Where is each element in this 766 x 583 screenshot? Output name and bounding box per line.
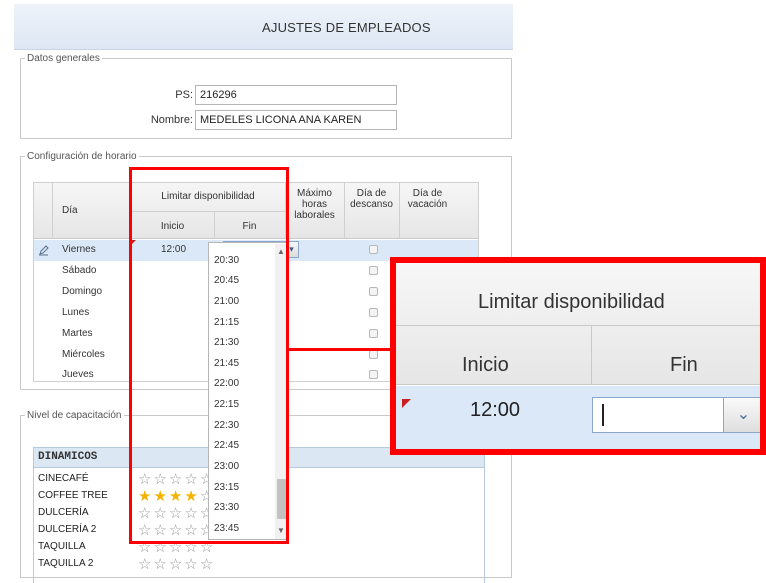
training-item-name: COFFEE TREE: [38, 490, 108, 501]
training-item-name: CINECAFÉ: [38, 473, 89, 484]
row-day: Sábado: [62, 265, 97, 276]
zoom-callout: Limitar disponibilidad Inicio Fin 12:00 …: [390, 257, 766, 455]
title-bar: AJUSTES DE EMPLEADOS: [14, 4, 513, 50]
training-item-name: TAQUILLA: [38, 541, 86, 552]
page-title: AJUSTES DE EMPLEADOS: [262, 20, 431, 35]
zoom-end-label: Fin: [670, 354, 698, 376]
general-data-legend: Datos generales: [27, 53, 100, 64]
callout-connector: [289, 348, 399, 351]
pencil-icon[interactable]: [38, 244, 50, 256]
training-item-name: TAQUILLA 2: [38, 558, 94, 569]
star-rating[interactable]: ☆☆☆☆☆: [138, 555, 215, 573]
row-day: Viernes: [62, 244, 96, 255]
name-label: Nombre:: [150, 114, 193, 126]
training-group-name: DINAMICOS: [38, 451, 98, 463]
general-data-section: Datos generales PS: 216296 Nombre: MEDEL…: [20, 53, 512, 139]
header-day: Día: [62, 205, 78, 216]
training-legend: Nivel de capacitación: [27, 410, 122, 421]
zoom-end-input: [592, 397, 724, 433]
chevron-down-icon: ▾: [289, 244, 294, 254]
training-item-name: DULCERÍA 2: [38, 524, 97, 535]
ps-field[interactable]: 216296: [195, 85, 397, 105]
rest-day-checkbox[interactable]: [369, 245, 378, 254]
row-day: Domingo: [62, 286, 103, 297]
zoom-start-label: Inicio: [462, 354, 509, 376]
star-icon: ☆: [199, 556, 216, 573]
row-day: Miércoles: [62, 349, 105, 360]
ps-label: PS:: [175, 89, 193, 101]
star-icon: ☆: [168, 556, 185, 573]
row-day: Martes: [62, 328, 93, 339]
rest-day-checkbox[interactable]: [369, 329, 378, 338]
header-rest-day: Día de descanso: [350, 188, 393, 210]
name-field[interactable]: MEDELES LICONA ANA KAREN: [195, 110, 397, 130]
schedule-legend: Configuración de horario: [27, 151, 137, 162]
rest-day-checkbox[interactable]: [369, 370, 378, 379]
zoom-header: Limitar disponibilidad Inicio Fin: [396, 263, 760, 385]
rest-day-checkbox[interactable]: [369, 350, 378, 359]
highlight-frame: [129, 167, 289, 544]
header-max-hours: Máximo horas laborales: [294, 188, 335, 221]
chevron-down-icon: ⌄: [724, 397, 760, 433]
training-item-name: DULCERÍA: [38, 507, 89, 518]
row-day: Lunes: [62, 307, 90, 318]
star-icon: ☆: [138, 556, 154, 573]
rest-day-checkbox[interactable]: [369, 308, 378, 317]
rest-day-checkbox[interactable]: [369, 287, 378, 296]
rest-day-checkbox[interactable]: [369, 266, 378, 275]
star-icon: ☆: [153, 556, 169, 573]
star-icon: ☆: [184, 556, 200, 573]
row-day: Jueves: [62, 369, 94, 380]
header-vacation-day: Día de vacación: [407, 188, 448, 210]
zoom-limit-label: Limitar disponibilidad: [478, 291, 665, 313]
zoom-start-value: 12:00: [470, 399, 521, 421]
dirty-marker: [402, 399, 411, 408]
training-item: TAQUILLA 2 ☆☆☆☆☆: [34, 555, 484, 573]
